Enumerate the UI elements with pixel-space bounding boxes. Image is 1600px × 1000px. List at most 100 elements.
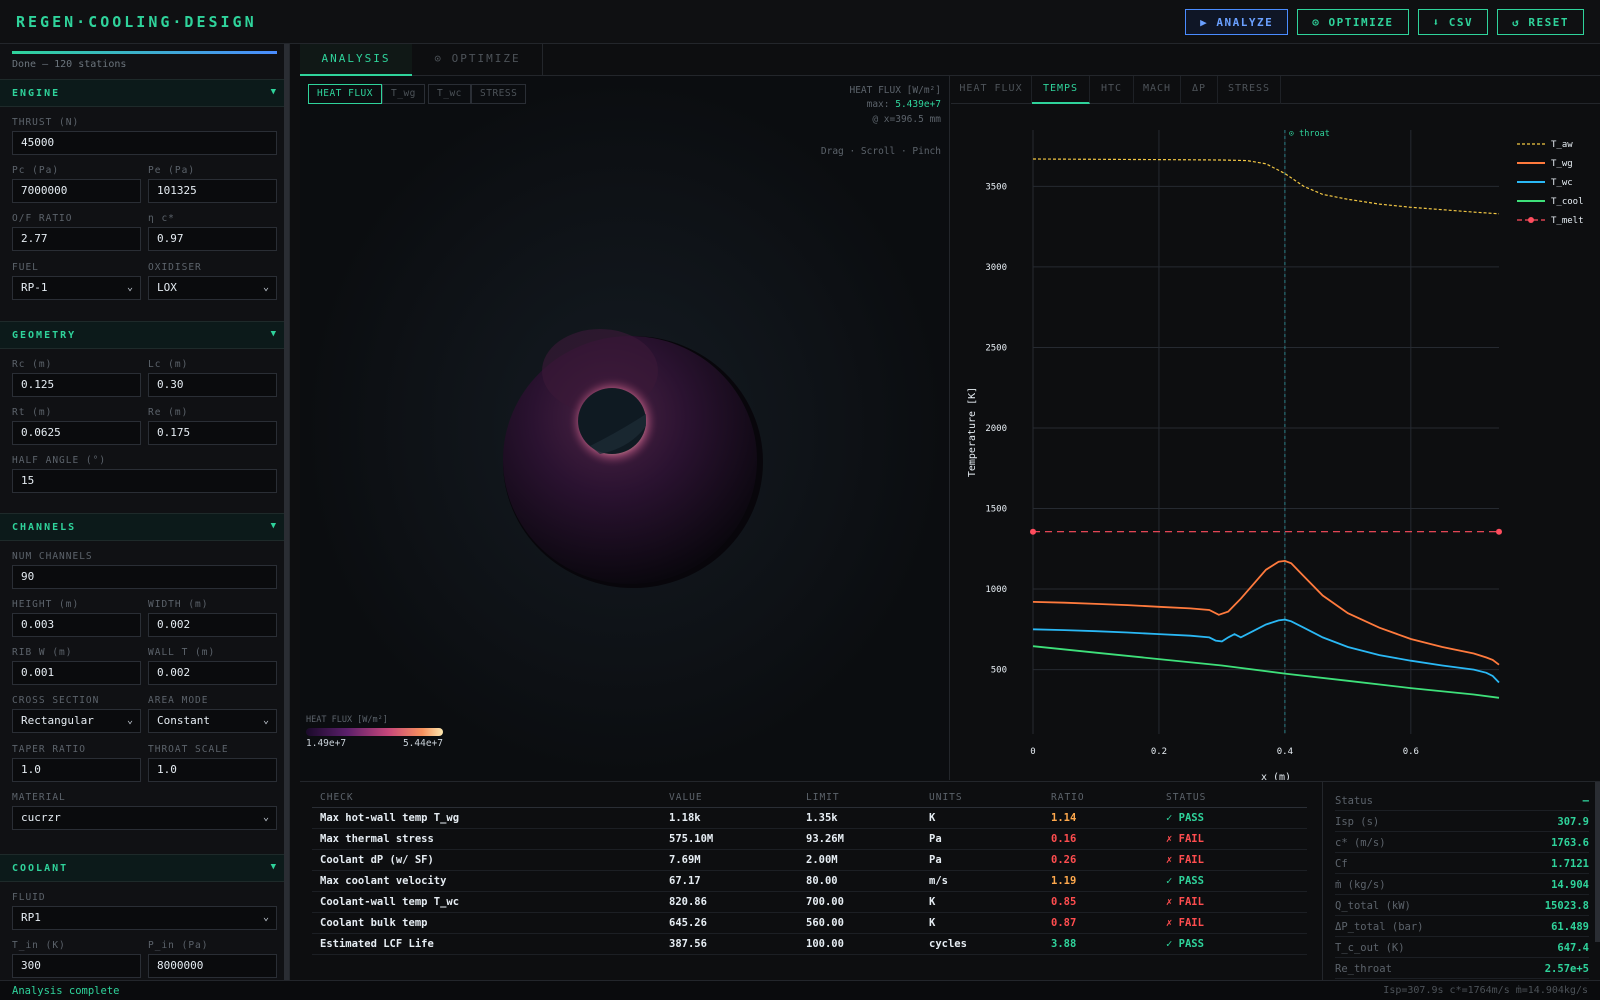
app-title: REGEN·COOLING·DESIGN xyxy=(16,13,257,31)
section-engine-header[interactable]: ENGINE ▼ xyxy=(0,79,289,107)
section-coolant-header[interactable]: COOLANT ▼ xyxy=(0,854,289,882)
legend-marker xyxy=(1528,217,1534,223)
area-mode-label: AREA MODE xyxy=(148,695,209,706)
width-label: WIDTH (m) xyxy=(148,599,209,610)
chart-tab-stress[interactable]: STRESS xyxy=(1218,76,1281,104)
cell-value: 820.86 xyxy=(669,896,707,908)
of-ratio-input[interactable]: 2.77 xyxy=(12,227,141,251)
y-tick-label: 500 xyxy=(991,666,1007,676)
series-line-t-cool xyxy=(1032,645,1500,699)
legend-label: T_wg xyxy=(1551,159,1573,169)
table-row: Max coolant velocity 67.17 80.00 m/s 1.19 ✓ P… xyxy=(312,871,1307,892)
temperature-chart: 500 1000 1500 2000 2500 3000 3500 0 0.2 0.4 0.6 T_a… xyxy=(967,129,1584,780)
tin-input[interactable]: 300 xyxy=(12,954,141,978)
progress-bar xyxy=(12,51,277,54)
rt-input[interactable]: 0.0625 xyxy=(12,421,141,445)
chart-pane: HEAT FLUX TEMPS HTC MACH ΔP STRESS 500 10… xyxy=(951,76,1600,780)
section-title: COOLANT xyxy=(12,863,69,874)
cell-value: 387.56 xyxy=(669,938,707,950)
num-channels-label: NUM CHANNELS xyxy=(12,551,93,562)
chart-tab-heat-flux[interactable]: HEAT FLUX xyxy=(951,76,1032,104)
wall-thickness-input[interactable]: 0.002 xyxy=(148,661,277,685)
cell-check: Max coolant velocity xyxy=(320,875,447,887)
pin-label: P_in (Pa) xyxy=(148,940,209,951)
cell-units: K xyxy=(929,896,936,908)
series-point xyxy=(1030,528,1036,535)
chevron-down-icon[interactable]: ▼ xyxy=(271,329,276,339)
cell-value: 1.18k xyxy=(669,812,701,824)
rib-width-label: RIB W (m) xyxy=(12,647,73,658)
pc-input[interactable]: 7000000 xyxy=(12,179,141,203)
legend-title: HEAT FLUX [W/m²] xyxy=(306,715,388,725)
cross-section-select[interactable]: Rectangular ⌄ xyxy=(12,709,141,733)
height-input[interactable]: 0.003 xyxy=(12,613,141,637)
metric-value: 647.4 xyxy=(1557,942,1589,954)
cell-status: ✗ FAIL xyxy=(1166,896,1204,908)
fluid-select[interactable]: RP1 ⌄ xyxy=(12,906,277,930)
reset-button[interactable]: ↺ RESET xyxy=(1497,9,1584,35)
chevron-down-icon[interactable]: ▼ xyxy=(271,521,276,531)
cell-status: ✓ PASS xyxy=(1166,938,1204,950)
metrics-scrollbar[interactable] xyxy=(1595,782,1600,942)
rib-width-input[interactable]: 0.001 xyxy=(12,661,141,685)
chart-tabs: HEAT FLUX TEMPS HTC MACH ΔP STRESS xyxy=(951,76,1600,104)
section-channels-header[interactable]: CHANNELS ▼ xyxy=(0,513,289,541)
cell-units: m/s xyxy=(929,875,948,887)
oxidiser-select[interactable]: LOX ⌄ xyxy=(148,276,277,300)
col-value: VALUE xyxy=(669,792,703,803)
chart-tab-dp[interactable]: ΔP xyxy=(1181,76,1218,104)
table-row: Coolant dP (w/ SF) 7.69M 2.00M Pa 0.26 ✗ FAIL xyxy=(312,850,1307,871)
chevron-down-icon[interactable]: ▼ xyxy=(271,87,276,97)
pin-input[interactable]: 8000000 xyxy=(148,954,277,978)
rc-input[interactable]: 0.125 xyxy=(12,373,141,397)
legend-min: 1.49e+7 xyxy=(306,738,346,749)
table-header: CHECK VALUE LIMIT UNITS RATIO STATUS xyxy=(312,790,1307,808)
csv-button[interactable]: ⬇ CSV xyxy=(1417,9,1489,35)
tab-analysis[interactable]: ANALYSIS xyxy=(300,44,412,76)
tab-optimize[interactable]: ⊙ OPTIMIZE xyxy=(413,44,543,76)
cell-limit: 80.00 xyxy=(806,875,838,887)
results-panel: CHECK VALUE LIMIT UNITS RATIO STATUS Max… xyxy=(300,781,1600,981)
cell-units: cycles xyxy=(929,938,967,950)
chart-tab-temps[interactable]: TEMPS xyxy=(1032,76,1090,104)
x-tick-label: 0 xyxy=(1030,747,1035,757)
width-input[interactable]: 0.002 xyxy=(148,613,277,637)
thrust-input[interactable]: 45000 xyxy=(12,131,277,155)
main-tabs: ANALYSIS ⊙ OPTIMIZE xyxy=(300,44,1600,76)
of-label: O/F RATIO xyxy=(12,213,73,224)
chart-tab-htc[interactable]: HTC xyxy=(1090,76,1134,104)
area-mode-select[interactable]: Constant ⌄ xyxy=(148,709,277,733)
optimize-button[interactable]: ⊙ OPTIMIZE xyxy=(1297,9,1409,35)
fuel-select[interactable]: RP-1 ⌄ xyxy=(12,276,141,300)
metric-row: Re_throat 2.57e+5 xyxy=(1335,958,1589,979)
half-angle-input[interactable]: 15 xyxy=(12,469,277,493)
chart-tab-mach[interactable]: MACH xyxy=(1134,76,1181,104)
section-title: ENGINE xyxy=(12,88,61,99)
cell-limit: 700.00 xyxy=(806,896,844,908)
table-row: Estimated LCF Life 387.56 100.00 cycles 3.88… xyxy=(312,934,1307,955)
half-angle-label: HALF ANGLE (°) xyxy=(12,455,107,466)
height-label: HEIGHT (m) xyxy=(12,599,80,610)
cell-value: 575.10M xyxy=(669,833,714,845)
eta-cstar-input[interactable]: 0.97 xyxy=(148,227,277,251)
throat-scale-input[interactable]: 1.0 xyxy=(148,758,277,782)
y-tick-label: 1500 xyxy=(985,505,1007,515)
lc-input[interactable]: 0.30 xyxy=(148,373,277,397)
section-geometry-header[interactable]: GEOMETRY ▼ xyxy=(0,321,289,349)
re-input[interactable]: 0.175 xyxy=(148,421,277,445)
status-bar: Analysis complete Isp=307.9s c*=1764m/s … xyxy=(0,980,1600,1000)
legend-colorbar xyxy=(306,728,443,736)
cell-units: Pa xyxy=(929,854,942,866)
num-channels-input[interactable]: 90 xyxy=(12,565,277,589)
legend-label: T_aw xyxy=(1551,140,1573,150)
nozzle-3d-viewer[interactable]: HEAT FLUX T_wg T_wc STRESS HEAT FLUX [W/… xyxy=(300,76,950,780)
sidebar-scrollbar[interactable] xyxy=(284,44,289,980)
taper-ratio-input[interactable]: 1.0 xyxy=(12,758,141,782)
material-select[interactable]: cucrzr ⌄ xyxy=(12,806,277,830)
pe-input[interactable]: 101325 xyxy=(148,179,277,203)
analyze-button[interactable]: ▶ ANALYZE xyxy=(1185,9,1289,35)
metric-row: Isp (s) 307.9 xyxy=(1335,811,1589,832)
chevron-down-icon[interactable]: ▼ xyxy=(271,862,276,872)
cell-ratio: 3.88 xyxy=(1051,938,1077,950)
cell-status: ✗ FAIL xyxy=(1166,917,1204,929)
